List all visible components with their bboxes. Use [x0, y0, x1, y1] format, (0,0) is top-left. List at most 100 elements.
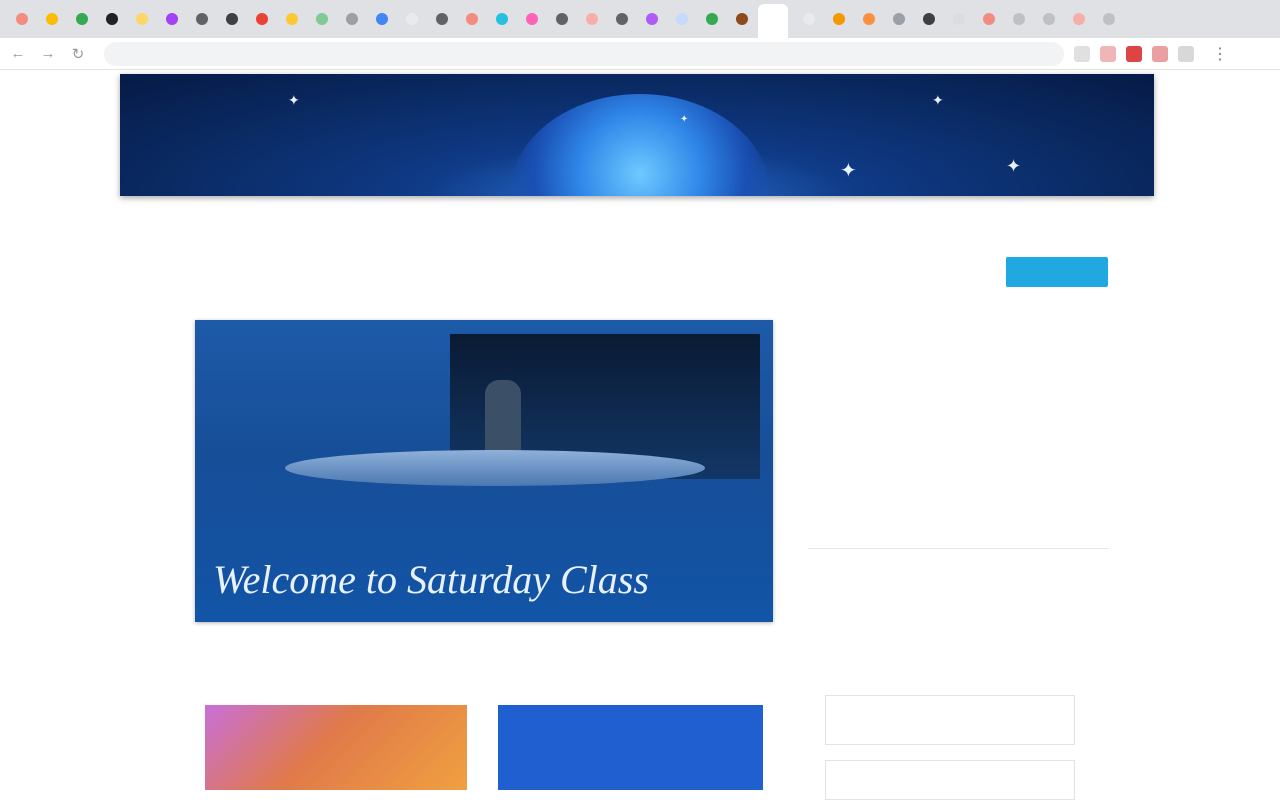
- browser-tab[interactable]: [248, 6, 275, 32]
- extension-icon[interactable]: [1100, 45, 1116, 62]
- browser-toolbar: ← → ↻ ⋮: [0, 38, 1280, 70]
- browser-tab[interactable]: [68, 6, 95, 32]
- tab-favicon-icon: [345, 13, 358, 25]
- reload-button[interactable]: ↻: [66, 42, 90, 66]
- tab-favicon-icon: [705, 13, 718, 25]
- star-icon: ✦: [840, 160, 857, 182]
- tab-favicon-icon: [435, 13, 448, 25]
- tab-list: [8, 6, 758, 32]
- active-tab[interactable]: [758, 4, 788, 38]
- address-bar[interactable]: [104, 41, 1064, 66]
- tab-favicon-icon: [495, 13, 508, 25]
- browser-tab[interactable]: [98, 6, 125, 32]
- tab-favicon-icon: [15, 13, 28, 25]
- browser-tab[interactable]: [458, 6, 485, 32]
- tab-favicon-icon: [405, 13, 418, 25]
- article-card-image[interactable]: [205, 705, 467, 790]
- tab-favicon-icon: [1012, 13, 1025, 25]
- browser-tab[interactable]: [518, 6, 545, 32]
- tab-favicon-icon: [135, 13, 148, 25]
- sidebar-form-field[interactable]: [825, 695, 1075, 745]
- browser-tab[interactable]: [8, 6, 35, 32]
- browser-tab[interactable]: [1065, 6, 1092, 32]
- browser-tab[interactable]: [608, 6, 635, 32]
- browser-tab[interactable]: [428, 6, 455, 32]
- tab-favicon-icon: [1072, 13, 1085, 25]
- sidebar-divider: [808, 548, 1108, 549]
- tab-favicon-icon: [802, 13, 815, 25]
- tab-favicon-icon: [615, 13, 628, 25]
- browser-tab[interactable]: [945, 6, 972, 32]
- forward-button[interactable]: →: [36, 42, 60, 66]
- browser-tab[interactable]: [338, 6, 365, 32]
- tab-favicon-icon: [525, 13, 538, 25]
- tab-favicon-icon: [165, 13, 178, 25]
- browser-tab[interactable]: [548, 6, 575, 32]
- browser-tab[interactable]: [128, 6, 155, 32]
- star-icon: ✦: [680, 114, 689, 125]
- tab-favicon-icon: [1102, 13, 1115, 25]
- browser-tab[interactable]: [308, 6, 335, 32]
- browser-tab[interactable]: [398, 6, 425, 32]
- tab-favicon-icon: [735, 13, 748, 25]
- article-card-promo[interactable]: [498, 705, 763, 790]
- browser-tab[interactable]: [578, 6, 605, 32]
- bookmark-star-icon[interactable]: [1074, 45, 1090, 62]
- tab-favicon-icon: [105, 13, 118, 25]
- browser-tab[interactable]: [218, 6, 245, 32]
- browser-tab-strip: [0, 0, 1280, 38]
- star-icon: ✦: [932, 92, 944, 108]
- tab-list-right: [795, 6, 1125, 32]
- site-navigation: [180, 210, 1080, 236]
- banner-globe-graphic: [510, 94, 770, 196]
- browser-tab[interactable]: [855, 6, 882, 32]
- profile-avatar-icon[interactable]: [1178, 45, 1194, 62]
- browser-tab[interactable]: [1035, 6, 1062, 32]
- back-button[interactable]: ←: [6, 42, 30, 66]
- browser-tab[interactable]: [638, 6, 665, 32]
- browser-tab[interactable]: [668, 6, 695, 32]
- browser-tab[interactable]: [188, 6, 215, 32]
- browser-tab[interactable]: [158, 6, 185, 32]
- browser-tab[interactable]: [915, 6, 942, 32]
- tab-favicon-icon: [285, 13, 298, 25]
- browser-tab[interactable]: [728, 6, 755, 32]
- browser-tab[interactable]: [975, 6, 1002, 32]
- browser-tab[interactable]: [278, 6, 305, 32]
- browser-tab[interactable]: [38, 6, 65, 32]
- tab-favicon-icon: [255, 13, 268, 25]
- browser-tab[interactable]: [825, 6, 852, 32]
- reload-icon: ↻: [71, 45, 85, 63]
- tab-favicon-icon: [892, 13, 905, 25]
- tab-favicon-icon: [675, 13, 688, 25]
- tab-favicon-icon: [375, 13, 388, 25]
- tab-favicon-icon: [862, 13, 875, 25]
- browser-tab[interactable]: [698, 6, 725, 32]
- tab-favicon-icon: [195, 13, 208, 25]
- extension-icon[interactable]: [1152, 45, 1168, 62]
- tab-favicon-icon: [75, 13, 88, 25]
- arrow-right-icon: →: [40, 45, 56, 62]
- tab-favicon-icon: [585, 13, 598, 25]
- browser-tab[interactable]: [488, 6, 515, 32]
- hero-image[interactable]: Welcome to Saturday Class: [195, 320, 773, 622]
- arrow-left-icon: ←: [10, 45, 26, 62]
- hero-title: Welcome to Saturday Class: [213, 557, 649, 602]
- extension-icon[interactable]: [1126, 45, 1142, 62]
- kebab-menu-icon[interactable]: ⋮: [1212, 44, 1228, 64]
- star-icon: ✦: [288, 92, 300, 108]
- tab-favicon-icon: [555, 13, 568, 25]
- browser-tab[interactable]: [368, 6, 395, 32]
- tab-favicon-icon: [922, 13, 935, 25]
- subscribe-button[interactable]: [1006, 257, 1108, 287]
- browser-tab[interactable]: [795, 6, 822, 32]
- browser-tab[interactable]: [1005, 6, 1032, 32]
- tab-favicon-icon: [315, 13, 328, 25]
- browser-tab[interactable]: [885, 6, 912, 32]
- tab-favicon-icon: [952, 13, 965, 25]
- sidebar-form-field[interactable]: [825, 760, 1075, 800]
- hero-presenter: [485, 380, 521, 455]
- tab-favicon-icon: [45, 13, 58, 25]
- site-banner[interactable]: ✦ ✦ ✦ ✦ ✦: [120, 74, 1154, 196]
- browser-tab[interactable]: [1095, 6, 1122, 32]
